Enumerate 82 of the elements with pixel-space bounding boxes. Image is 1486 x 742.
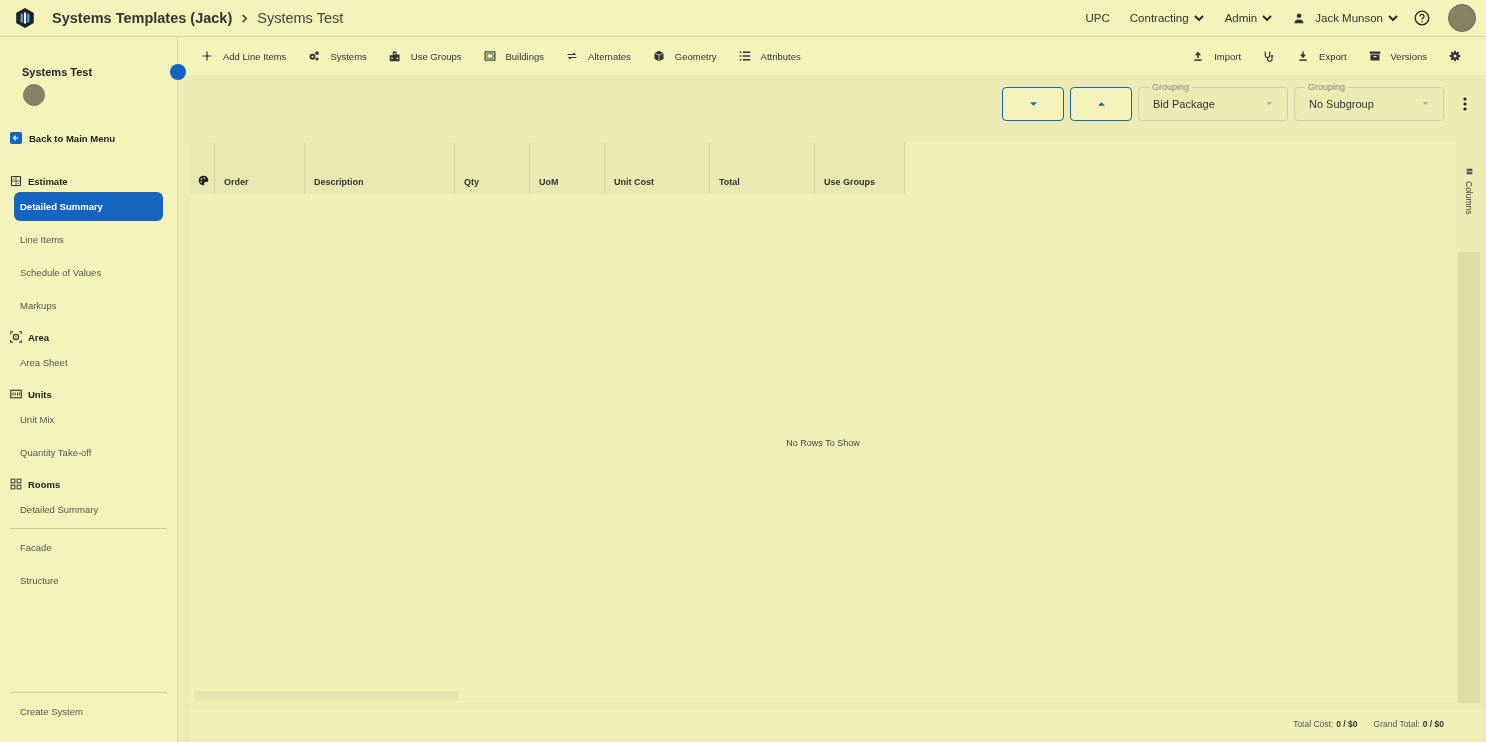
toolbar-button[interactable]: Alternates <box>557 46 640 66</box>
caret-down-icon <box>1029 101 1037 106</box>
chevron-down-icon <box>1387 12 1399 24</box>
toolbar-button[interactable]: Add Line Items <box>192 46 296 66</box>
caret-up-icon <box>1097 101 1105 106</box>
section-heading: Rooms <box>28 478 61 490</box>
sidebar-item[interactable]: Area Sheet <box>14 348 163 377</box>
toolbar-button[interactable]: Buildings <box>474 46 554 66</box>
toolbar-button[interactable]: Use Groups <box>379 46 471 66</box>
column-header[interactable]: Use Groups <box>824 177 875 187</box>
building-icon <box>388 50 401 62</box>
column-header[interactable]: Total <box>719 177 740 187</box>
column-header[interactable]: Order <box>224 177 249 187</box>
sidebar-item[interactable]: Schedule of Values <box>14 258 163 287</box>
download-icon <box>1297 50 1310 62</box>
project-title: Systems Test <box>22 66 94 78</box>
caret-down-icon <box>1422 100 1429 107</box>
cube-icon <box>652 50 665 62</box>
column-header[interactable]: Description <box>314 177 364 187</box>
columns-icon <box>1465 168 1473 175</box>
more-options-icon[interactable] <box>1463 96 1467 111</box>
chevron-right-icon <box>240 13 250 23</box>
section-heading: Units <box>28 388 52 400</box>
column-header[interactable]: UoM <box>539 177 559 187</box>
breadcrumb-item[interactable]: Systems Templates (Jack) <box>52 10 233 26</box>
toolbar-button[interactable]: Attributes <box>729 46 810 66</box>
caret-down-icon <box>1266 100 1273 107</box>
help-icon[interactable] <box>1414 10 1430 26</box>
nav-link[interactable]: UPC <box>1080 10 1115 26</box>
total-cost-label: Total Cost: <box>1293 719 1334 729</box>
grand-total-value: 0 / $0 <box>1422 719 1444 729</box>
toolbar-button[interactable]: Versions <box>1359 46 1436 66</box>
list-icon <box>738 50 751 62</box>
toolbar-button[interactable]: Geometry <box>643 46 726 66</box>
section-heading: Estimate <box>28 175 68 187</box>
frame-icon <box>483 50 496 62</box>
back-arrow-icon <box>10 132 22 144</box>
avatar <box>23 84 45 106</box>
column-header[interactable]: Unit Cost <box>614 177 654 187</box>
sidebar-item[interactable]: Structure <box>14 566 163 595</box>
collapse-sidebar-button[interactable] <box>170 64 186 80</box>
create-system-link[interactable]: Create System <box>14 697 163 726</box>
sidebar-item[interactable]: Unit Mix <box>14 405 163 434</box>
avatar[interactable] <box>1448 4 1476 32</box>
sidebar-item[interactable]: Detailed Summary <box>14 192 163 221</box>
toolbar-button[interactable]: Export <box>1288 46 1356 66</box>
nav-menu[interactable]: Contracting <box>1124 10 1210 26</box>
sidebar-item[interactable]: Quantity Take-off <box>14 438 163 467</box>
section-heading: Area <box>28 331 50 343</box>
collapse-all-button[interactable] <box>1070 86 1132 121</box>
grand-total-label: Grand Total: <box>1373 719 1420 729</box>
toolbar-button[interactable]: Import <box>1183 46 1251 66</box>
nav-menu[interactable]: Admin <box>1219 10 1279 26</box>
sidebar-item[interactable]: Line Items <box>14 225 163 254</box>
grid-icon <box>10 478 22 490</box>
expand-all-button[interactable] <box>1002 86 1064 121</box>
toolbar-button[interactable]: Systems <box>299 46 376 66</box>
sidebar-item[interactable]: Detailed Summary <box>14 495 163 524</box>
plus-icon <box>201 50 213 62</box>
columns-tab[interactable]: Columns <box>1456 142 1482 252</box>
user-menu[interactable]: Jack Munson <box>1288 10 1404 26</box>
target-icon <box>10 331 22 343</box>
column-header[interactable]: Qty <box>464 177 479 187</box>
sidebar-item[interactable]: Facade <box>14 533 163 562</box>
table-icon <box>10 175 22 187</box>
stethoscope-icon <box>1263 50 1276 62</box>
archive-box-icon <box>1368 50 1381 62</box>
person-icon <box>1293 12 1306 24</box>
settings-icon <box>1449 50 1461 62</box>
keyboard-icon <box>10 388 22 400</box>
logo-icon[interactable] <box>14 7 36 29</box>
empty-message: No Rows To Show <box>786 437 860 448</box>
gears-icon <box>308 50 321 62</box>
chevron-down-icon <box>1192 12 1205 24</box>
back-link[interactable]: Back to Main Menu <box>10 132 167 144</box>
breadcrumb-item: Systems Test <box>257 10 344 26</box>
sidebar-item[interactable]: Markups <box>14 291 163 320</box>
palette-icon[interactable] <box>198 175 209 186</box>
chevron-down-icon <box>1261 12 1274 24</box>
upload-icon <box>1192 50 1205 62</box>
total-cost-value: 0 / $0 <box>1336 719 1358 729</box>
swap-arrows-icon <box>566 50 579 62</box>
